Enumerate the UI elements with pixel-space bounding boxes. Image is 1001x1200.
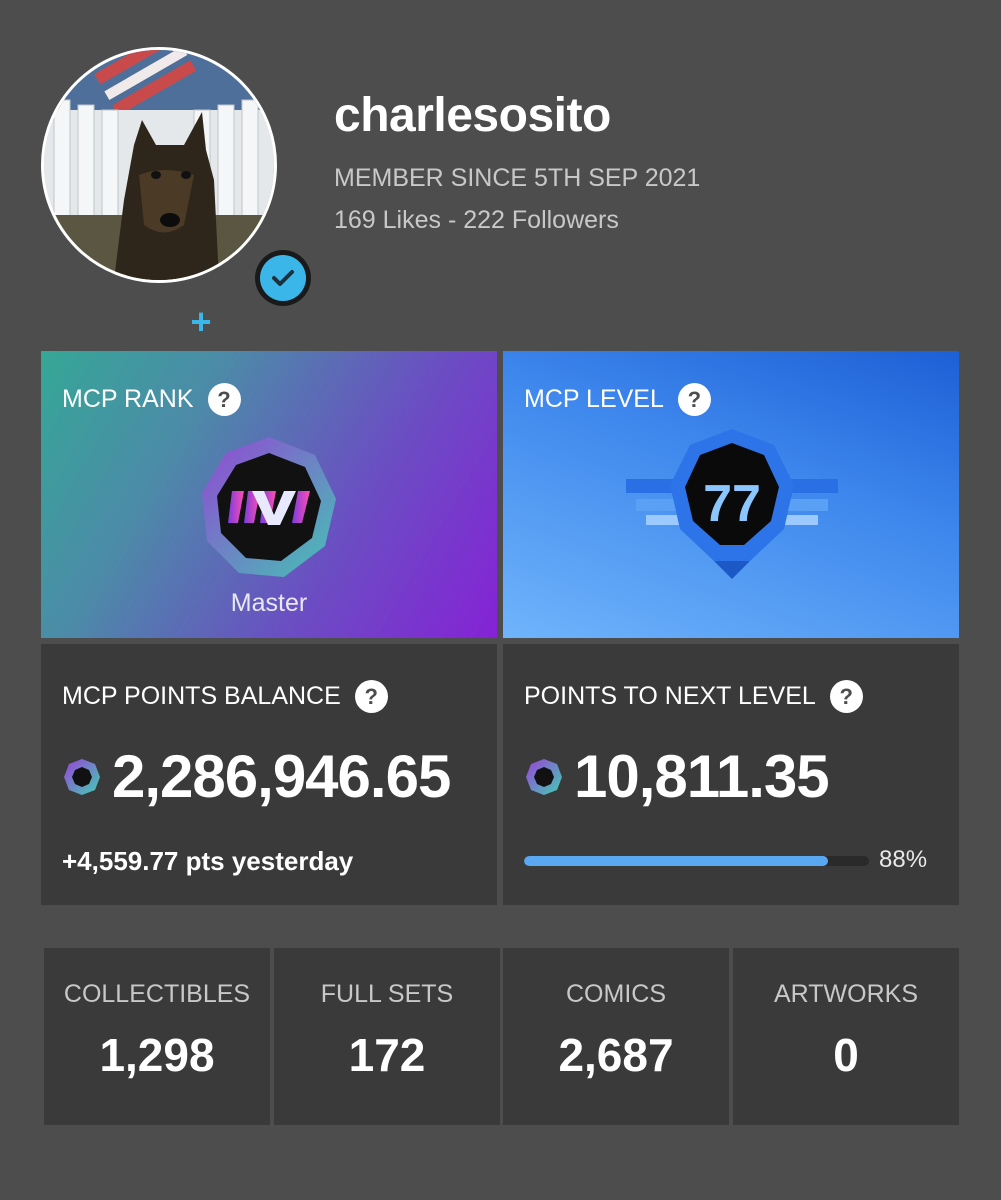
profile-avatar-wrap: + [41, 47, 311, 346]
stat-tile-collectibles[interactable]: COLLECTIBLES 1,298 [44, 948, 270, 1125]
stat-value: 172 [348, 1029, 426, 1081]
mcp-rank-card: MCP RANK ? Master [41, 351, 497, 638]
mcp-level-card: MCP LEVEL ? 77 [503, 351, 959, 638]
points-yesterday: +4,559.77 pts yesterday [62, 846, 354, 876]
stat-value: 2,687 [558, 1029, 674, 1081]
add-follow-button[interactable]: + [177, 298, 225, 346]
stat-label: ARTWORKS [774, 980, 918, 1008]
points-balance-number: 2,286,946.65 [112, 743, 451, 810]
next-level-card: POINTS TO NEXT LEVEL ? 10,811.35 88% [503, 644, 959, 905]
mcp-level-title-text: MCP LEVEL [524, 385, 664, 413]
avatar-photo [44, 50, 274, 280]
points-balance-title: MCP POINTS BALANCE ? [62, 680, 388, 713]
plus-icon: + [190, 301, 212, 342]
points-balance-card: MCP POINTS BALANCE ? 2,286,946.65 +4,559… [41, 644, 497, 905]
level-number: 77 [703, 475, 761, 533]
next-level-title-text: POINTS TO NEXT LEVEL [524, 682, 816, 710]
mcp-rank-title-text: MCP RANK [62, 385, 194, 413]
next-level-value: 10,811.35 [524, 742, 830, 811]
level-progress-percent: 88% [879, 846, 928, 873]
stat-value: 0 [833, 1029, 859, 1081]
question-icon[interactable]: ? [829, 680, 863, 713]
question-icon[interactable]: ? [677, 383, 711, 416]
mcp-rank-title: MCP RANK ? [62, 383, 241, 416]
stat-value: 1,298 [99, 1029, 215, 1081]
level-progress-bar [524, 856, 869, 866]
points-coin-icon [526, 758, 562, 795]
verified-badge [255, 250, 311, 306]
points-coin-icon [64, 758, 100, 795]
rank-name: Master [230, 589, 308, 617]
level-badge-icon: 77 [626, 429, 838, 579]
question-icon[interactable]: ? [207, 383, 241, 416]
social-stats: 169 Likes - 222 Followers [334, 206, 619, 234]
points-balance-title-text: MCP POINTS BALANCE [62, 682, 341, 710]
stat-label: COLLECTIBLES [63, 980, 251, 1008]
username: charlesosito [334, 89, 611, 142]
verified-check-icon [260, 255, 306, 301]
avatar[interactable] [41, 47, 277, 283]
stat-tile-full-sets[interactable]: FULL SETS 172 [274, 948, 500, 1125]
mcp-level-title: MCP LEVEL ? [524, 383, 711, 416]
next-level-title: POINTS TO NEXT LEVEL ? [524, 680, 863, 713]
master-rank-badge-icon [202, 437, 336, 577]
points-balance-value: 2,286,946.65 [62, 742, 451, 811]
question-icon[interactable]: ? [354, 680, 388, 713]
member-since: MEMBER SINCE 5TH SEP 2021 [334, 164, 701, 192]
stat-label: FULL SETS [320, 980, 454, 1008]
stat-label: COMICS [566, 980, 666, 1008]
next-level-number: 10,811.35 [574, 743, 830, 810]
stat-tile-artworks[interactable]: ARTWORKS 0 [733, 948, 959, 1125]
level-progress-fill [524, 856, 828, 866]
stat-tile-comics[interactable]: COMICS 2,687 [503, 948, 729, 1125]
